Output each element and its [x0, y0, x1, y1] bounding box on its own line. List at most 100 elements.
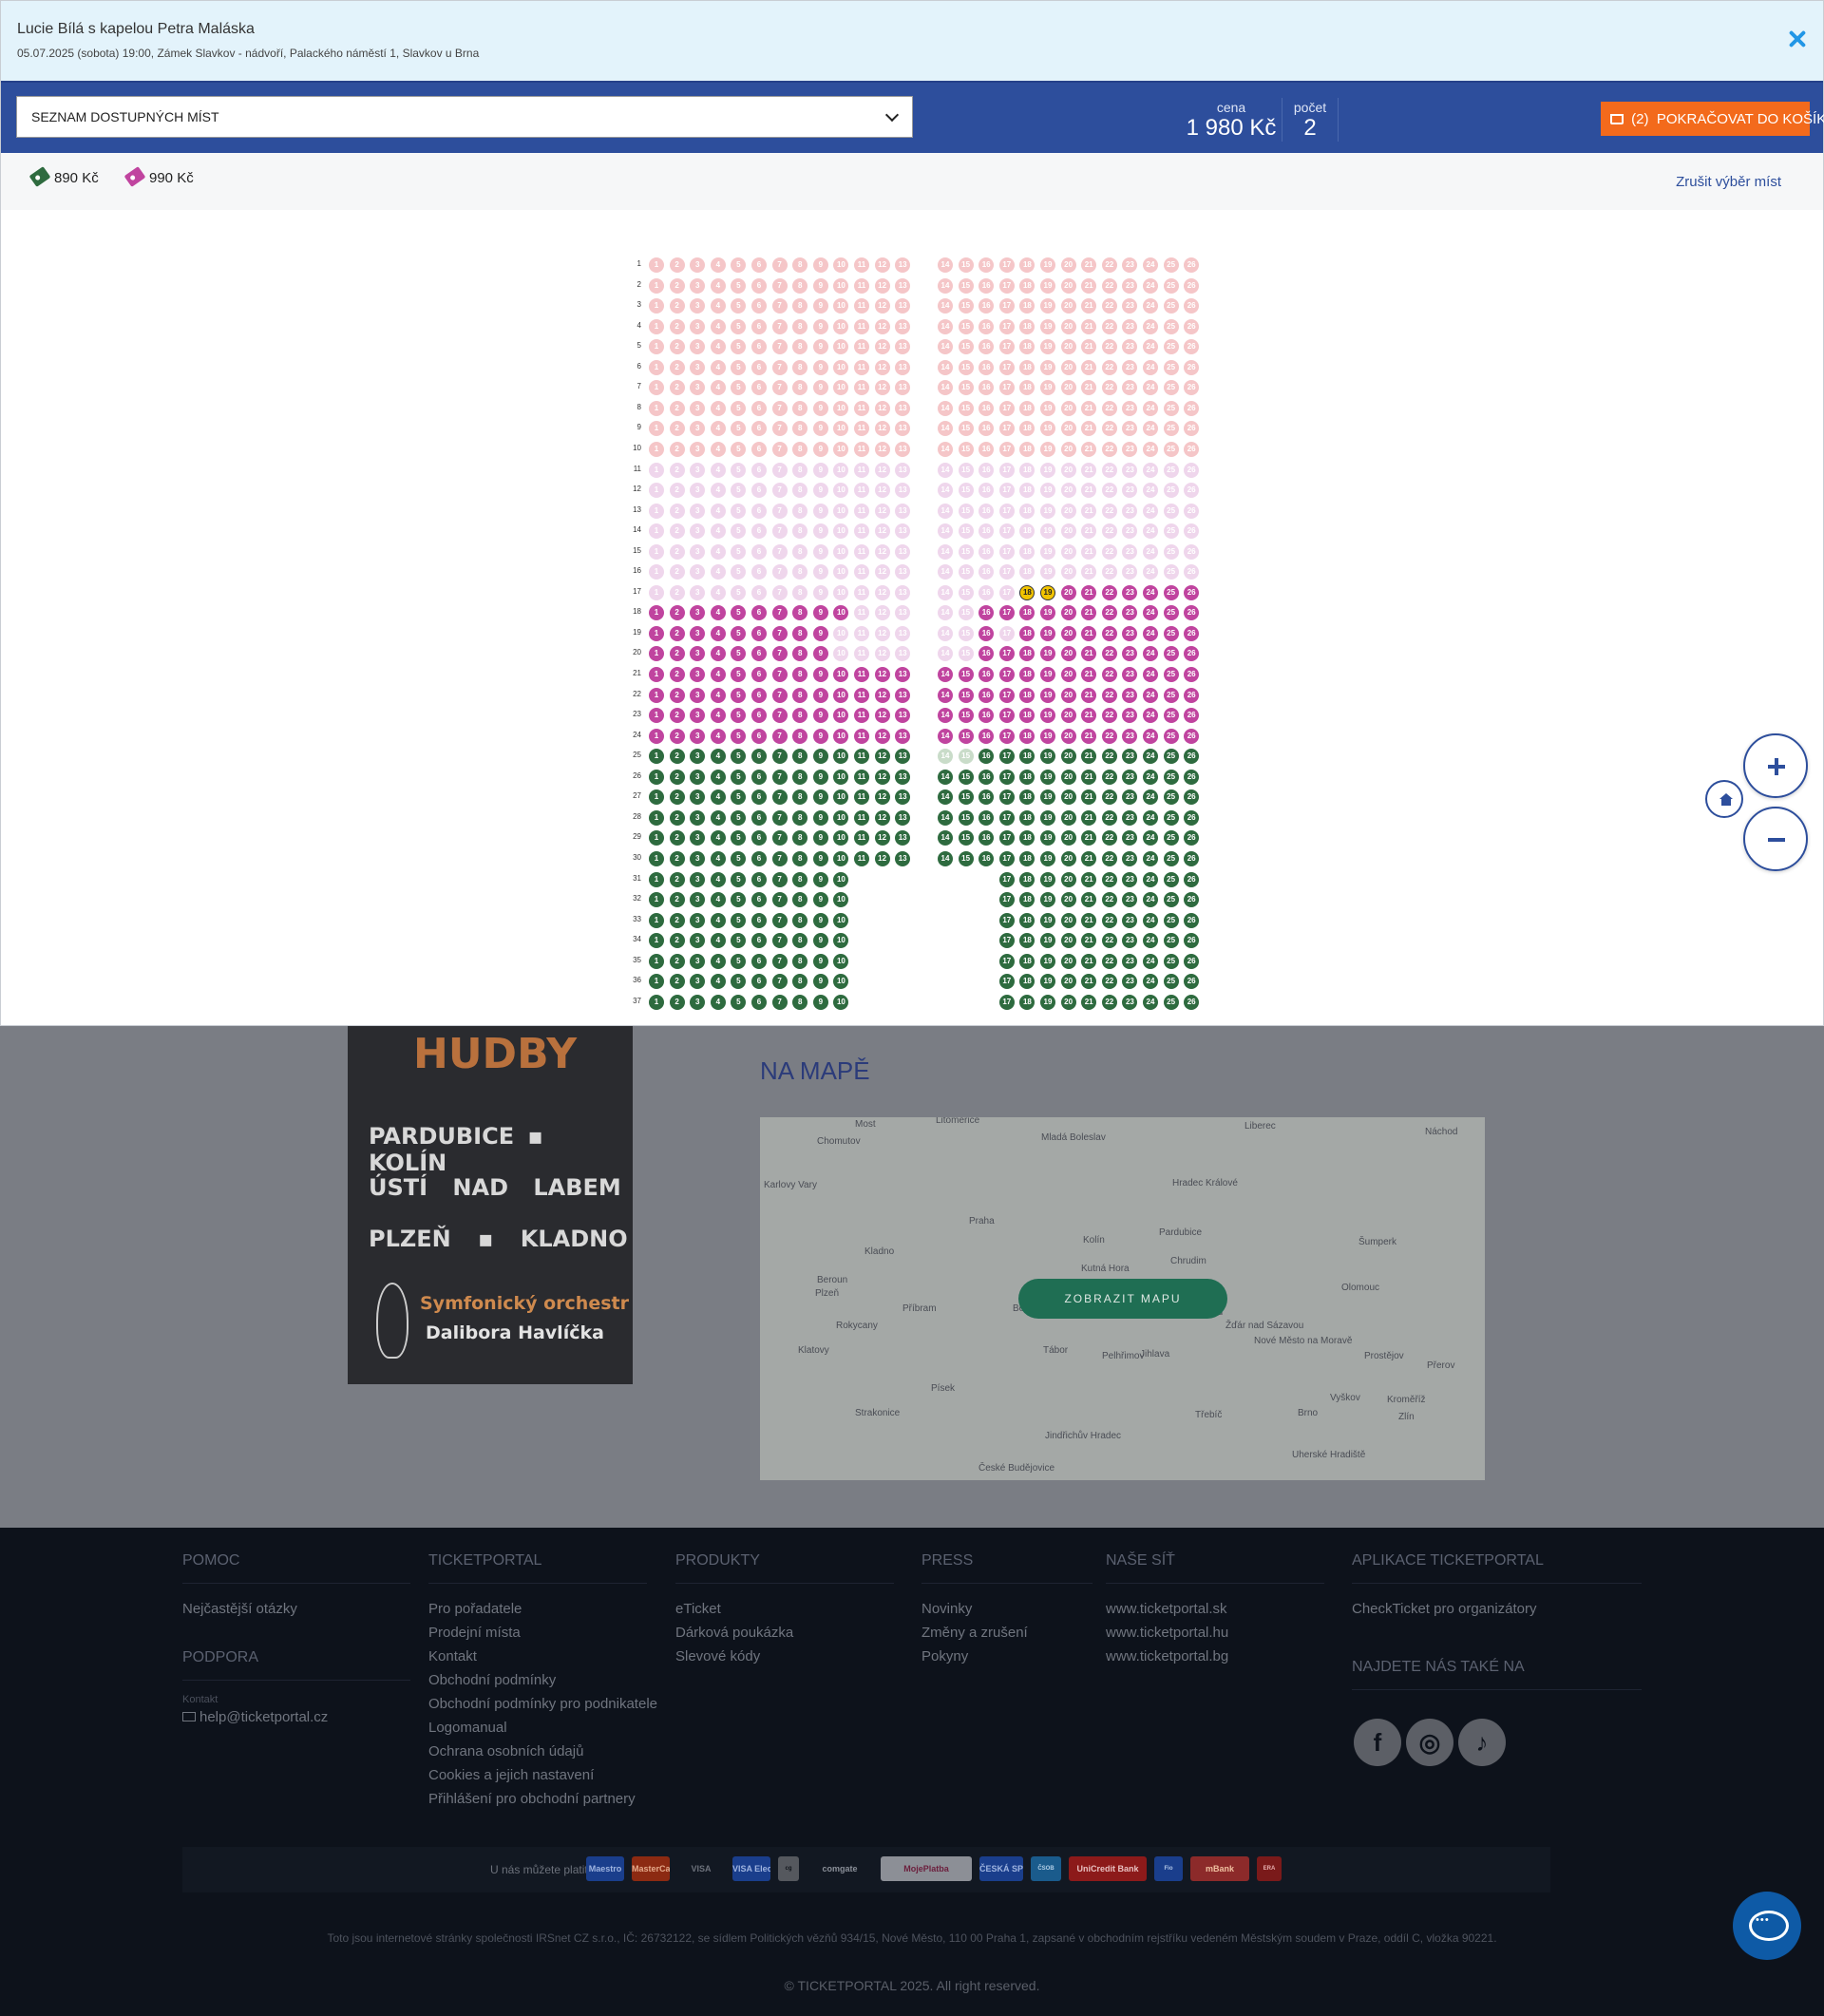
- seat[interactable]: 18: [1019, 749, 1036, 765]
- seat[interactable]: 22: [1101, 605, 1117, 621]
- seat[interactable]: 1: [649, 789, 664, 806]
- seat[interactable]: 21: [1081, 667, 1097, 682]
- seat[interactable]: 23: [1122, 625, 1138, 641]
- seat[interactable]: 12: [874, 850, 890, 866]
- seat[interactable]: 22: [1101, 912, 1117, 928]
- seat[interactable]: 22: [1101, 850, 1117, 866]
- seat[interactable]: 18: [1019, 912, 1036, 928]
- seat[interactable]: 21: [1081, 749, 1097, 765]
- seat[interactable]: 7: [771, 789, 788, 806]
- seat[interactable]: 16: [978, 809, 995, 826]
- seat[interactable]: 14: [938, 830, 953, 846]
- footer-link[interactable]: Slevové kódy: [675, 1645, 894, 1668]
- seat[interactable]: 8: [792, 789, 808, 806]
- footer-link[interactable]: Dárková poukázka: [675, 1621, 894, 1645]
- seat[interactable]: 7: [771, 892, 788, 908]
- seat[interactable]: 19: [1040, 749, 1055, 765]
- seat[interactable]: 6: [751, 830, 767, 846]
- seat[interactable]: 5: [731, 830, 747, 846]
- seat[interactable]: 12: [874, 708, 890, 724]
- seat[interactable]: 6: [751, 769, 767, 785]
- seat[interactable]: 3: [690, 789, 706, 806]
- seat[interactable]: 10: [833, 728, 849, 744]
- seat[interactable]: 26: [1184, 789, 1200, 806]
- seat[interactable]: 18: [1019, 625, 1036, 641]
- seat[interactable]: 13: [895, 809, 911, 826]
- seat[interactable]: 3: [690, 667, 706, 682]
- seat[interactable]: 15: [958, 809, 974, 826]
- seat[interactable]: 22: [1101, 974, 1117, 990]
- seat[interactable]: 11: [854, 728, 869, 744]
- seat[interactable]: 24: [1143, 667, 1158, 682]
- seat[interactable]: 16: [978, 769, 995, 785]
- seat[interactable]: 6: [751, 994, 767, 1010]
- seat[interactable]: 21: [1081, 850, 1097, 866]
- available-seats-select[interactable]: SEZNAM DOSTUPNÝCH MÍST: [16, 96, 913, 138]
- seat[interactable]: 24: [1143, 912, 1158, 928]
- seat[interactable]: 19: [1040, 789, 1055, 806]
- seat[interactable]: 19: [1040, 974, 1055, 990]
- seat[interactable]: 10: [833, 769, 849, 785]
- seat[interactable]: 6: [751, 789, 767, 806]
- seat[interactable]: 21: [1081, 892, 1097, 908]
- seat[interactable]: 22: [1101, 687, 1117, 703]
- seat[interactable]: 24: [1143, 830, 1158, 846]
- seat[interactable]: 17: [998, 953, 1015, 969]
- seat[interactable]: 9: [812, 974, 828, 990]
- seat[interactable]: 24: [1143, 749, 1158, 765]
- seat[interactable]: 10: [833, 933, 849, 949]
- seat[interactable]: 8: [792, 667, 808, 682]
- seat[interactable]: 14: [938, 667, 953, 682]
- seat[interactable]: 21: [1081, 708, 1097, 724]
- seat[interactable]: 2: [669, 974, 685, 990]
- seat[interactable]: 1: [649, 687, 664, 703]
- seat[interactable]: 21: [1081, 830, 1097, 846]
- seat[interactable]: 8: [792, 933, 808, 949]
- seat[interactable]: 7: [771, 809, 788, 826]
- seat[interactable]: 18: [1019, 708, 1036, 724]
- seat[interactable]: 3: [690, 974, 706, 990]
- seat[interactable]: 26: [1184, 933, 1200, 949]
- seat[interactable]: 19: [1040, 646, 1055, 662]
- seat[interactable]: 19: [1040, 584, 1055, 600]
- seat[interactable]: 26: [1184, 994, 1200, 1010]
- seat[interactable]: 17: [998, 933, 1015, 949]
- seat[interactable]: 20: [1060, 687, 1076, 703]
- seat[interactable]: 1: [649, 749, 664, 765]
- seat[interactable]: 7: [771, 749, 788, 765]
- seat[interactable]: 4: [710, 769, 726, 785]
- seat[interactable]: 13: [895, 708, 911, 724]
- seat[interactable]: 5: [731, 605, 747, 621]
- seat[interactable]: 10: [833, 892, 849, 908]
- seat[interactable]: 2: [669, 728, 685, 744]
- seat[interactable]: 12: [874, 687, 890, 703]
- seat[interactable]: 3: [690, 830, 706, 846]
- seat[interactable]: 4: [710, 749, 726, 765]
- seat[interactable]: 18: [1019, 994, 1036, 1010]
- seat[interactable]: 21: [1081, 584, 1097, 600]
- seat[interactable]: 1: [649, 974, 664, 990]
- seat[interactable]: 18: [1019, 830, 1036, 846]
- seat[interactable]: 4: [710, 830, 726, 846]
- seat[interactable]: 26: [1184, 809, 1200, 826]
- footer-link[interactable]: www.ticketportal.sk: [1106, 1597, 1324, 1621]
- seat[interactable]: 7: [771, 667, 788, 682]
- seat[interactable]: 1: [649, 871, 664, 887]
- seat[interactable]: 11: [854, 708, 869, 724]
- seat[interactable]: 21: [1081, 789, 1097, 806]
- seat[interactable]: 20: [1060, 809, 1076, 826]
- seat[interactable]: 6: [751, 728, 767, 744]
- seat[interactable]: 8: [792, 809, 808, 826]
- seat[interactable]: 13: [895, 789, 911, 806]
- seat[interactable]: 11: [854, 687, 869, 703]
- seat[interactable]: 2: [669, 687, 685, 703]
- seat[interactable]: 2: [669, 953, 685, 969]
- seat[interactable]: 17: [998, 850, 1015, 866]
- seat[interactable]: 18: [1019, 974, 1036, 990]
- seat[interactable]: 26: [1184, 892, 1200, 908]
- seat[interactable]: 11: [854, 789, 869, 806]
- seat[interactable]: 25: [1163, 749, 1179, 765]
- seat[interactable]: 4: [710, 850, 726, 866]
- seat[interactable]: 21: [1081, 871, 1097, 887]
- seat[interactable]: 1: [649, 728, 664, 744]
